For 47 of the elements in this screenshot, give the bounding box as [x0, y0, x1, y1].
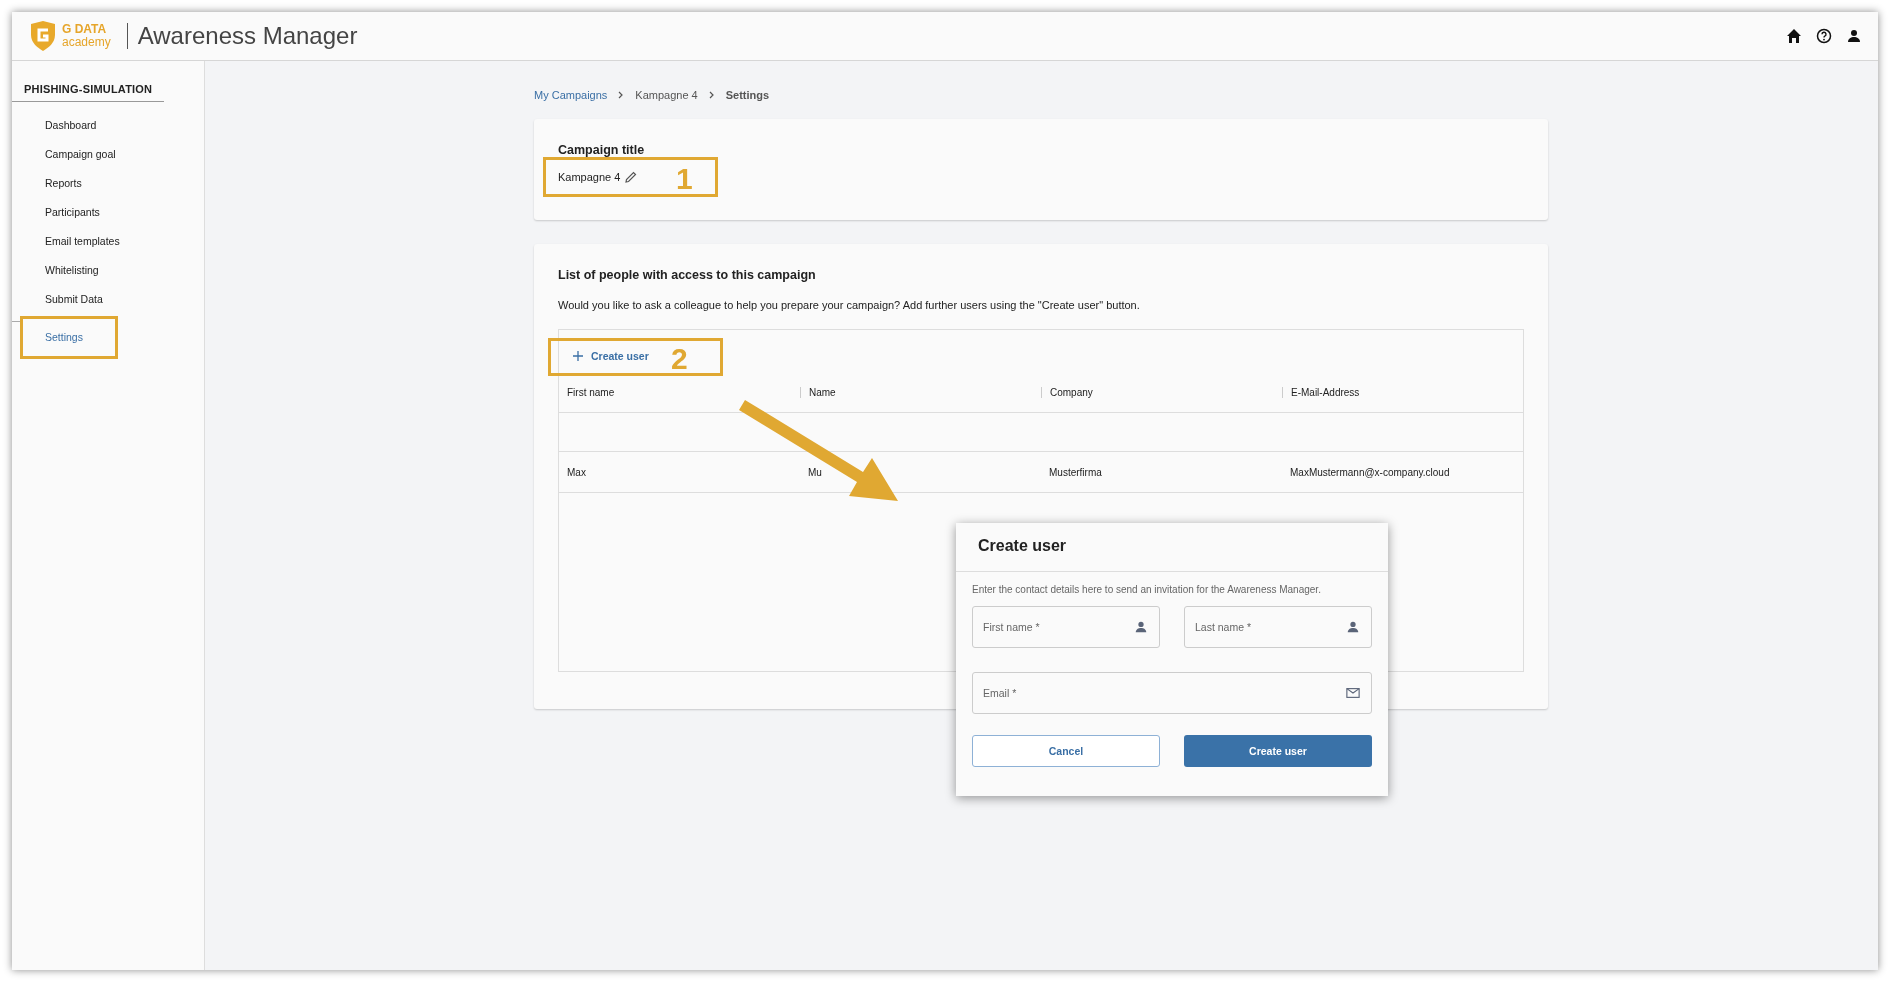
campaign-title-value: Kampagne 4	[558, 171, 621, 183]
user-icon[interactable]	[1846, 28, 1862, 44]
sidebar-item[interactable]: Settings	[12, 322, 83, 351]
sidebar-item[interactable]: Whitelisting	[12, 255, 99, 284]
mail-icon	[1346, 686, 1360, 700]
annotation-number: 2	[671, 344, 688, 374]
sidebar-item[interactable]: Submit Data	[12, 284, 103, 313]
sidebar-item[interactable]: Email templates	[12, 226, 120, 255]
breadcrumb-item: Settings	[725, 89, 770, 101]
sidebar-item[interactable]: Participants	[12, 197, 100, 226]
shield-logo-icon	[30, 21, 56, 51]
name-field[interactable]: First name *	[972, 606, 1160, 648]
dialog-title: Create user	[956, 523, 1388, 572]
breadcrumb-link[interactable]: My Campaigns	[534, 89, 608, 101]
dialog-intro: Enter the contact details here to send an invitation for the Awareness Manager.	[972, 584, 1322, 595]
chevron-icon	[707, 91, 716, 99]
sidebar-item[interactable]: Campaign goal	[12, 139, 116, 168]
sidebar-item[interactable]: Dashboard	[12, 110, 97, 139]
email-field[interactable]: Email *	[972, 672, 1372, 714]
sidebar-item[interactable]: Reports	[12, 168, 82, 197]
create-user-button[interactable]: Create user	[1184, 735, 1372, 767]
logo-subtext: academy	[62, 36, 111, 49]
table-cell-text: Mu	[807, 466, 823, 478]
pencil-icon[interactable]	[625, 171, 638, 183]
table-cell-text: Max	[566, 466, 587, 478]
card-description: Would you like to ask a colleague to help you prepare your campaign? Add further users using the "Create user" button.	[558, 299, 1141, 311]
column-header[interactable]: Name	[800, 386, 1041, 398]
table-cell-text: MaxMustermann@x-company.cloud	[1289, 466, 1451, 478]
column-header[interactable]: E-Mail-Address	[1282, 386, 1523, 398]
person-icon	[1346, 620, 1360, 634]
name-field[interactable]: Last name *	[1184, 606, 1372, 648]
help-icon[interactable]	[1816, 28, 1832, 44]
person-icon	[1134, 620, 1148, 634]
app-title: Awareness Manager	[137, 22, 358, 50]
card-heading: Campaign title	[558, 143, 646, 157]
table-cell-text: Musterfirma	[1048, 466, 1103, 478]
sidebar-section-title: PHISHING-SIMULATION	[12, 83, 164, 102]
logo-text: G DATA	[62, 23, 108, 36]
create-user-button[interactable]: Create user	[567, 344, 655, 368]
column-header[interactable]: Company	[1041, 386, 1282, 398]
column-header[interactable]: First name	[559, 386, 800, 398]
annotation-number: 1	[676, 164, 693, 194]
breadcrumb-item: Kampagne 4	[635, 89, 698, 101]
home-icon[interactable]	[1786, 28, 1802, 44]
card-heading: List of people with access to this campaign	[558, 268, 817, 282]
plus-icon	[573, 351, 583, 361]
cancel-button[interactable]: Cancel	[972, 735, 1160, 767]
